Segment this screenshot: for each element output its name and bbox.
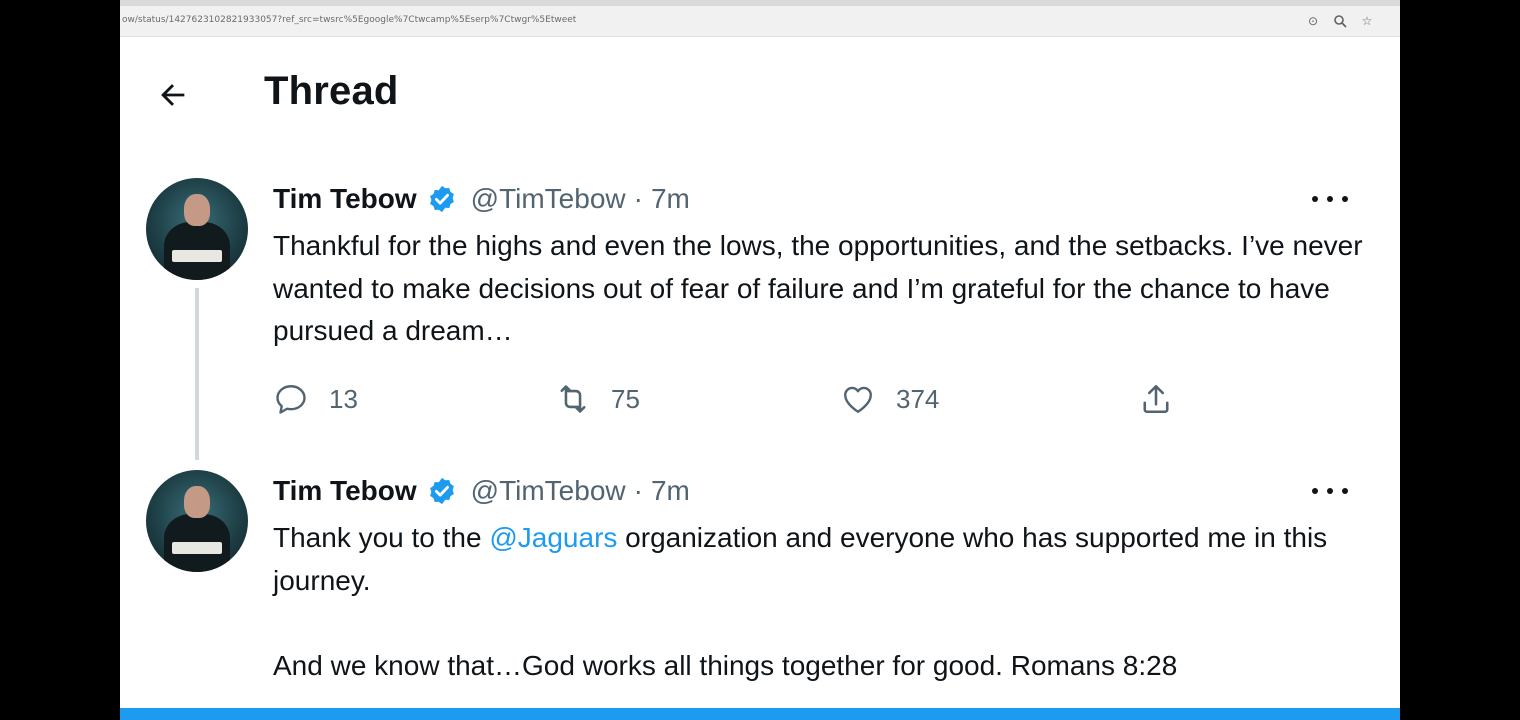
url-text[interactable]: ow/status/1427623102821933057?ref_src=tw… [122, 15, 576, 25]
timestamp[interactable]: 7m [651, 475, 690, 507]
tweet-header: Tim Tebow @TimTebow · 7m [273, 181, 690, 217]
reply-count: 13 [329, 383, 358, 414]
author-name[interactable]: Tim Tebow [273, 475, 417, 507]
author-handle[interactable]: @TimTebow [471, 183, 626, 215]
verified-badge-icon [429, 477, 454, 505]
reply-icon [276, 385, 306, 414]
share-button[interactable] [1138, 379, 1174, 419]
tweet-header: Tim Tebow @TimTebow · 7m [273, 473, 690, 509]
author-name[interactable]: Tim Tebow [273, 183, 417, 215]
back-arrow-icon[interactable] [156, 78, 190, 112]
like-count: 374 [896, 383, 940, 414]
retweet-button[interactable]: 75 [555, 379, 640, 419]
retweet-icon [560, 385, 586, 413]
bottom-accent-bar [120, 708, 1400, 720]
tweet-text: Thank you to the @Jaguars organization a… [273, 517, 1363, 687]
reply-button[interactable]: 13 [273, 379, 358, 419]
browser-window: ow/status/1427623102821933057?ref_src=tw… [120, 0, 1400, 720]
separator-dot: · [633, 183, 643, 214]
more-options-button[interactable] [1312, 189, 1348, 209]
like-icon [844, 386, 872, 413]
address-bar[interactable]: ow/status/1427623102821933057?ref_src=tw… [120, 6, 1400, 37]
like-button[interactable]: 374 [840, 379, 939, 419]
verified-badge-icon [429, 185, 454, 213]
thread-header: Thread [120, 50, 1400, 140]
tweet-text: Thankful for the highs and even the lows… [273, 230, 1371, 346]
thread-connector-line [195, 288, 199, 460]
separator-dot: · [633, 475, 643, 506]
share-icon [1143, 384, 1169, 414]
timestamp[interactable]: 7m [651, 183, 690, 215]
zoom-icon[interactable] [1333, 14, 1347, 28]
tweet-text-start: Thank you to the [273, 522, 490, 553]
mention-link[interactable]: @Jaguars [489, 522, 617, 553]
bookmark-star-icon[interactable]: ☆ [1360, 14, 1374, 28]
more-options-button[interactable] [1312, 481, 1348, 501]
avatar[interactable] [146, 470, 248, 572]
author-handle[interactable]: @TimTebow [471, 475, 626, 507]
tweet-actions: 13 75 374 [273, 379, 1373, 419]
site-info-icon[interactable]: ⊙ [1306, 14, 1320, 28]
retweet-count: 75 [611, 383, 640, 414]
avatar[interactable] [146, 178, 248, 280]
page-title: Thread [264, 69, 399, 113]
